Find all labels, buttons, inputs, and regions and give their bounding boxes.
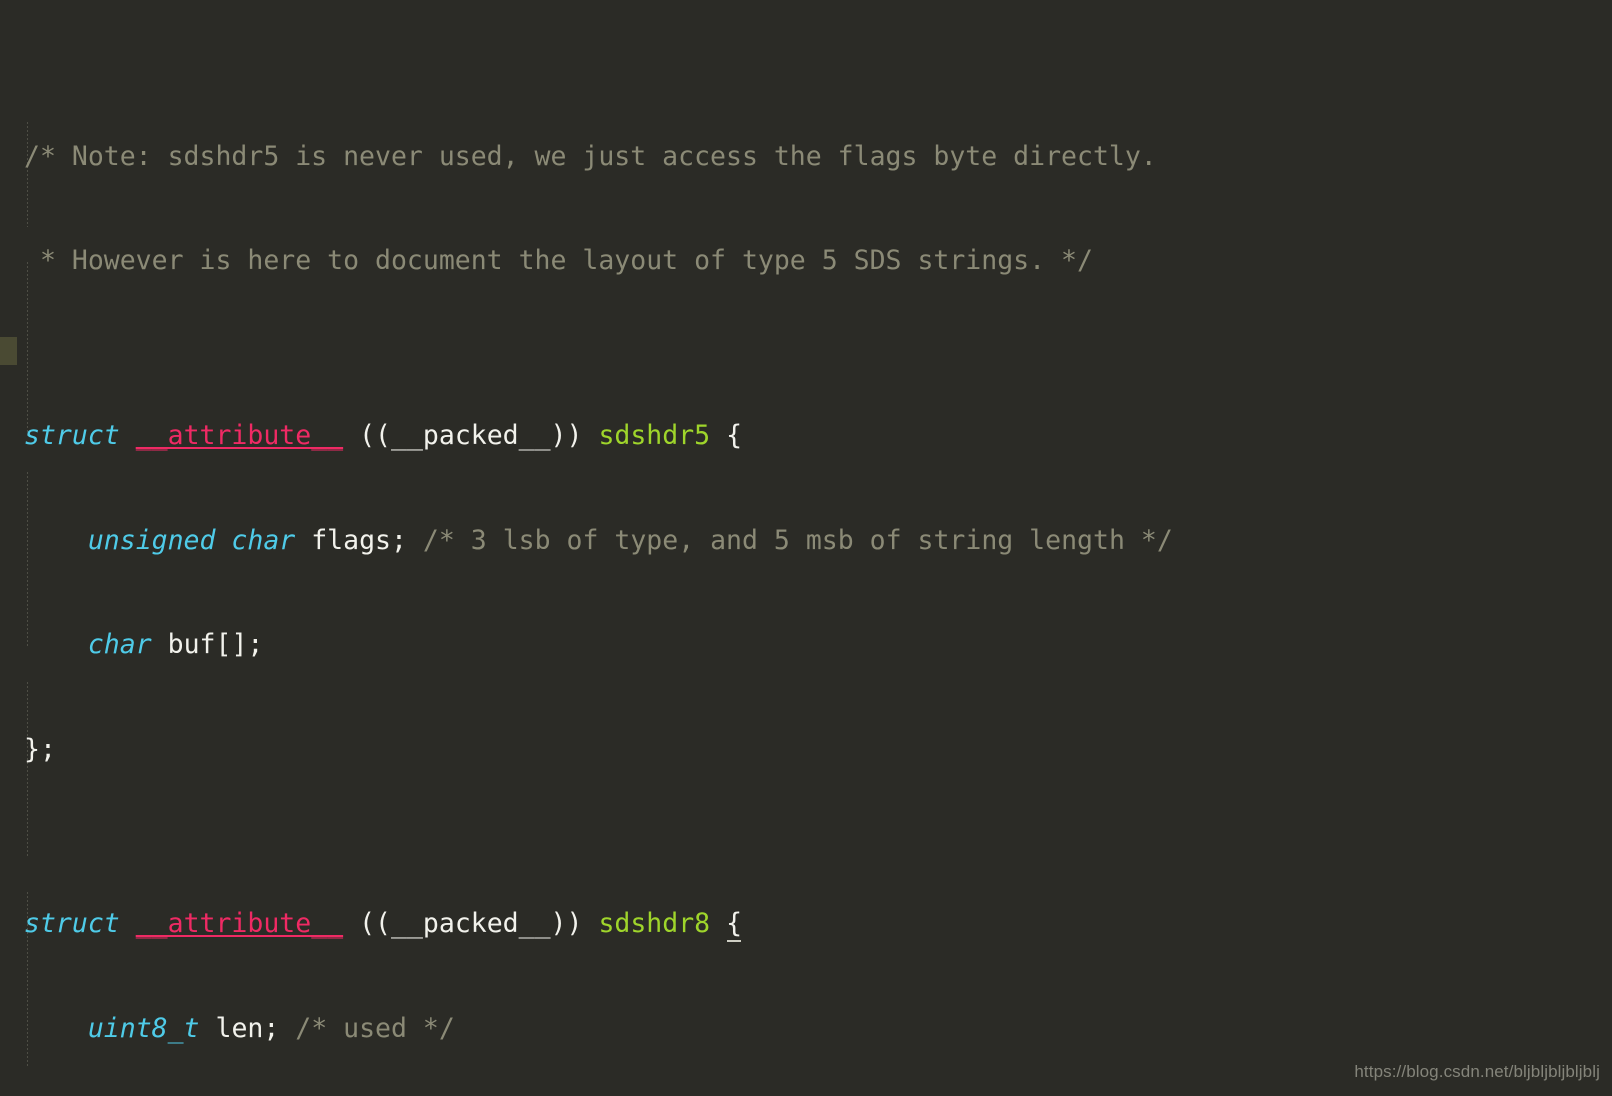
field-buf: buf[]; <box>167 629 264 661</box>
struct-name-sdshdr5: sdshdr5 <box>598 419 711 451</box>
packed-token: ((__packed__)) <box>359 908 583 940</box>
keyword-struct: struct <box>24 908 120 940</box>
keyword-unsigned-char: unsigned char <box>87 524 296 556</box>
field-len: len; <box>215 1013 280 1045</box>
code-editor-screenshot: /* Note: sdshdr5 is never used, we just … <box>0 0 1612 1096</box>
code-line[interactable]: struct __attribute__ ((__packed__)) sdsh… <box>0 419 1612 454</box>
brace-open: { <box>726 419 743 451</box>
attribute-token: __attribute__ <box>135 419 344 451</box>
comment-text: * However is here to document the layout… <box>24 245 1093 277</box>
keyword-struct: struct <box>24 419 120 451</box>
field-flags: flags; <box>311 524 407 556</box>
code-line[interactable]: * However is here to document the layout… <box>0 244 1612 279</box>
code-line[interactable]: char buf[]; <box>0 628 1612 663</box>
keyword-char: char <box>87 629 152 661</box>
attribute-token: __attribute__ <box>135 908 344 940</box>
comment-text: /* 3 lsb of type, and 5 msb of string le… <box>422 524 1173 556</box>
comment-text: /* used */ <box>295 1013 455 1045</box>
code-line[interactable]: unsigned char flags; /* 3 lsb of type, a… <box>0 524 1612 559</box>
type-uint8: uint8_t <box>87 1013 200 1045</box>
comment-text: /* Note: sdshdr5 is never used, we just … <box>24 140 1157 172</box>
code-line[interactable]: /* Note: sdshdr5 is never used, we just … <box>0 140 1612 175</box>
packed-token: ((__packed__)) <box>359 419 583 451</box>
brace-open-matched: { <box>726 908 743 940</box>
code-content[interactable]: /* Note: sdshdr5 is never used, we just … <box>0 0 1612 1096</box>
code-line[interactable]: uint8_t len; /* used */ <box>0 1012 1612 1047</box>
code-line[interactable]: struct __attribute__ ((__packed__)) sdsh… <box>0 907 1612 942</box>
code-line[interactable]: }; <box>0 733 1612 768</box>
brace-close: }; <box>24 733 56 765</box>
struct-name-sdshdr8: sdshdr8 <box>598 908 711 940</box>
watermark-url: https://blog.csdn.net/bljbljbljbljblj <box>1354 1062 1600 1081</box>
